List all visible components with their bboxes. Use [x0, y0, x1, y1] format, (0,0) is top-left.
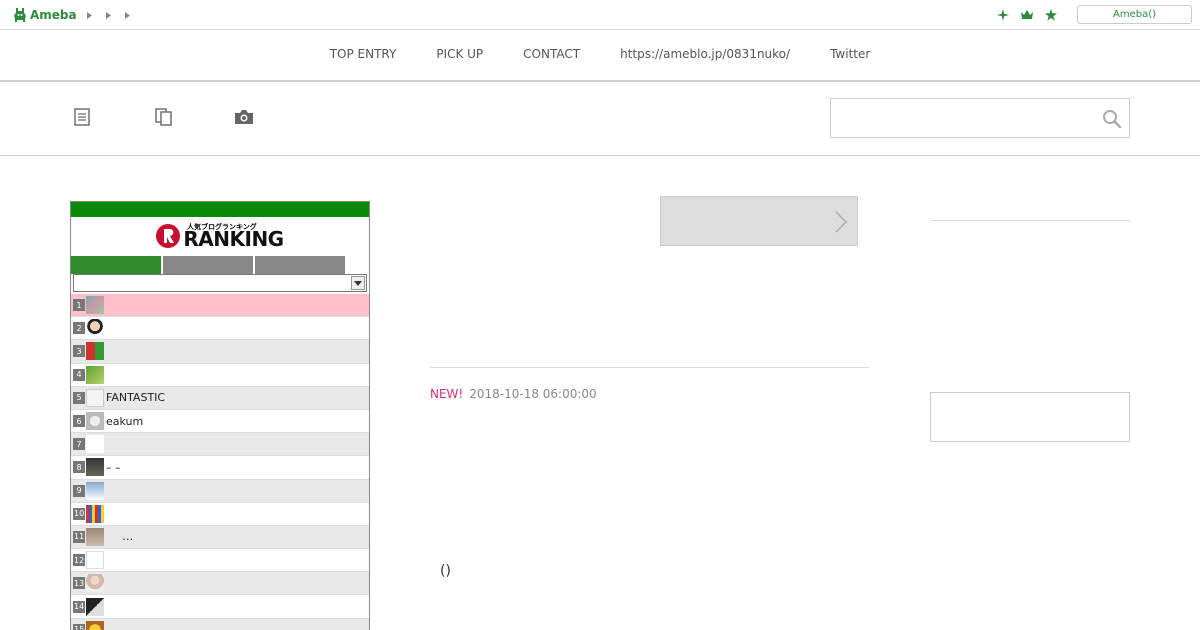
rank-number: 15 [73, 623, 86, 630]
rank-number: 2 [73, 322, 85, 335]
rank-number: 14 [73, 600, 86, 613]
blog-thumbnail [86, 597, 105, 616]
ranking-tab-1[interactable] [71, 256, 161, 274]
rank-number: 13 [73, 577, 86, 590]
ranking-logo[interactable]: 人気ブログランキング RANKING [71, 217, 369, 255]
ranking-row[interactable]: 2 [71, 317, 369, 341]
ranking-row[interactable]: 6 eakum [71, 409, 369, 434]
crown-icon[interactable] [1020, 7, 1034, 23]
rank-number: 3 [73, 345, 85, 358]
nav-item-top-entry[interactable]: TOP ENTRY [330, 47, 397, 61]
search-icon[interactable] [1102, 109, 1122, 129]
blog-thumbnail [86, 388, 104, 407]
ranking-tab-2[interactable] [163, 256, 253, 274]
blog-thumbnail [86, 481, 104, 500]
blog-thumbnail [86, 458, 104, 477]
chevron-right-icon [835, 211, 848, 237]
ameba-logo-icon [13, 7, 27, 23]
ranking-row[interactable]: 3 [71, 340, 369, 364]
ranking-row[interactable]: 11 … [71, 525, 369, 550]
ranking-widget: 人気ブログランキング RANKING 1 2 3 4 5 FANTASTIC 6… [70, 201, 370, 630]
copy-icon[interactable] [154, 107, 174, 127]
ranking-list: 1 2 3 4 5 FANTASTIC 6 eakum 7 8 – – 9 10… [71, 294, 369, 630]
rank-number: 10 [73, 507, 86, 520]
nav-item-blog-url[interactable]: https://ameblo.jp/0831nuko/ [620, 47, 790, 61]
rank-number: 6 [73, 415, 85, 428]
sidebar-box [930, 392, 1130, 442]
ranking-row[interactable]: 1 [71, 294, 369, 318]
nav-item-twitter[interactable]: Twitter [830, 47, 870, 61]
star-icon[interactable] [1044, 7, 1058, 23]
blog-thumbnail [86, 551, 105, 570]
breadcrumb-chevron-icon[interactable] [105, 9, 112, 21]
search-input[interactable] [831, 99, 1093, 137]
post-body-text: () [440, 563, 451, 579]
ranking-logo-icon [156, 224, 181, 248]
top-bar: Ameba Ameba() [0, 0, 1200, 30]
rank-number: 1 [73, 299, 85, 312]
blog-thumbnail [86, 319, 104, 338]
breadcrumb-chevron-icon[interactable] [124, 9, 131, 21]
ranking-row[interactable]: 8 – – [71, 456, 369, 480]
rank-number: 5 [73, 391, 85, 404]
main-nav: TOP ENTRY PICK UP CONTACT https://ameblo… [0, 30, 1200, 82]
rank-number: 7 [73, 438, 85, 451]
ranking-row[interactable]: 12 [71, 549, 369, 573]
toolbar [0, 82, 1200, 156]
next-entry-button[interactable] [660, 196, 858, 246]
ranking-row[interactable]: 9 [71, 479, 369, 503]
document-icon[interactable] [72, 107, 92, 127]
logo-text: Ameba [30, 8, 77, 22]
content-divider [430, 367, 870, 368]
account-button[interactable]: Ameba() [1077, 5, 1192, 24]
ameba-logo[interactable]: Ameba [13, 6, 77, 24]
breadcrumb-chevron-icon[interactable] [86, 9, 93, 21]
sidebar-divider [930, 220, 1130, 221]
blog-thumbnail [86, 620, 105, 630]
sparkle-icon[interactable] [996, 7, 1010, 23]
camera-icon[interactable] [234, 107, 254, 127]
nav-item-pick-up[interactable]: PICK UP [436, 47, 483, 61]
blog-title: eakum [106, 414, 144, 428]
rank-number: 9 [73, 484, 85, 497]
post-meta: NEW! 2018-10-18 06:00:00 [430, 387, 597, 401]
blog-thumbnail [86, 574, 105, 593]
blog-title: … [122, 530, 134, 544]
blog-thumbnail [86, 504, 105, 523]
ranking-row[interactable]: 14 [71, 595, 369, 619]
blog-thumbnail [86, 365, 104, 384]
nav-item-contact[interactable]: CONTACT [523, 47, 580, 61]
rank-number: 8 [73, 461, 85, 474]
top-icons [996, 7, 1058, 23]
blog-thumbnail [86, 527, 105, 546]
ranking-row[interactable]: 5 FANTASTIC [71, 386, 369, 410]
ranking-category-select[interactable] [73, 274, 367, 292]
blog-title: – – [106, 460, 121, 474]
breadcrumb [86, 9, 131, 21]
blog-title: FANTASTIC [106, 391, 166, 405]
ranking-row[interactable]: 4 [71, 363, 369, 387]
blog-thumbnail [86, 296, 104, 315]
blog-thumbnail [86, 435, 104, 454]
blog-thumbnail [86, 342, 104, 361]
ranking-header-bar [71, 202, 369, 217]
rank-number: 4 [73, 368, 85, 381]
ranking-logo-subtitle: 人気ブログランキング [187, 223, 257, 231]
rank-number: 11 [73, 530, 86, 543]
ranking-tab-3[interactable] [255, 256, 345, 274]
chevron-down-icon[interactable] [351, 276, 365, 290]
ranking-row[interactable]: 10 [71, 502, 369, 526]
post-date: 2018-10-18 06:00:00 [469, 387, 597, 401]
blog-thumbnail [86, 412, 104, 431]
new-badge: NEW! [430, 387, 464, 401]
search-box [830, 98, 1130, 138]
ranking-tabs [71, 256, 369, 274]
rank-number: 12 [73, 554, 86, 567]
ranking-row[interactable]: 7 [71, 433, 369, 457]
ranking-row[interactable]: 15 [71, 618, 369, 630]
ranking-row[interactable]: 13 [71, 572, 369, 596]
